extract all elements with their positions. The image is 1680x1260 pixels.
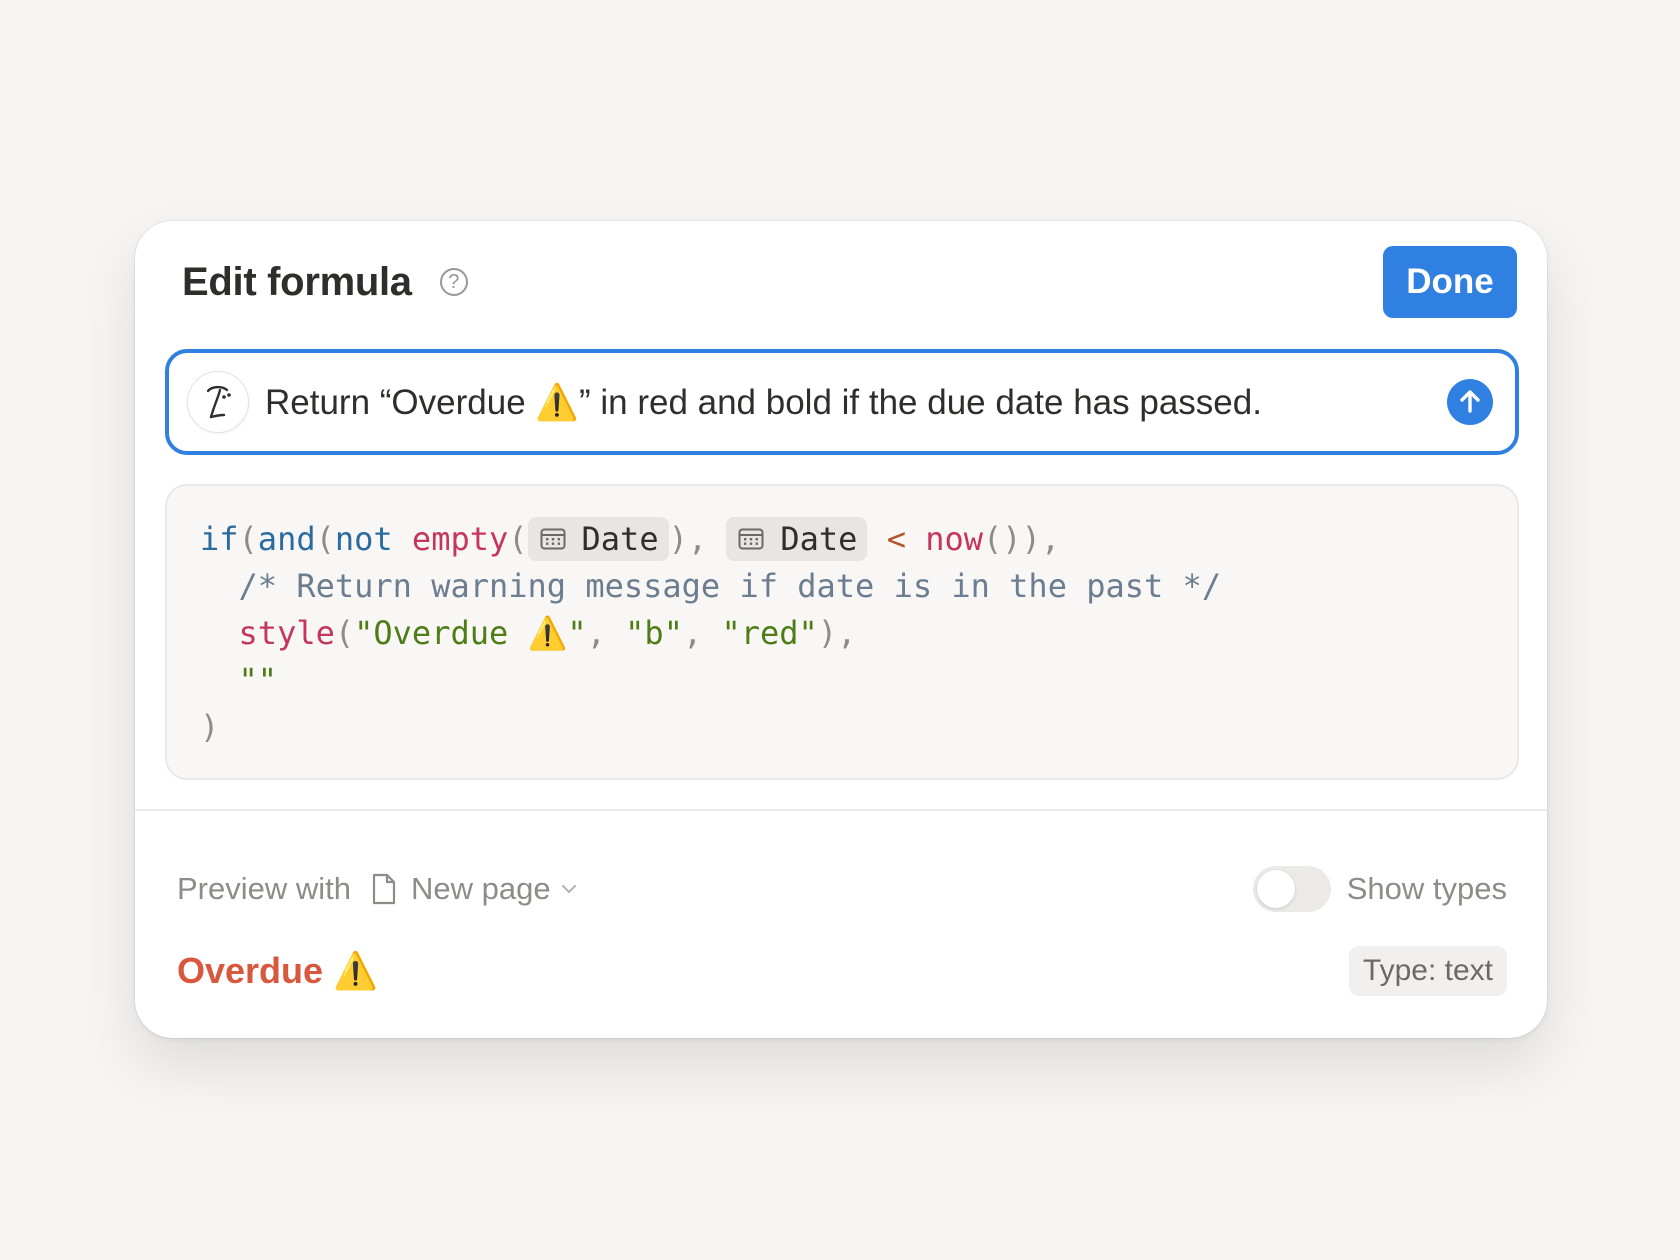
- date-property-chip[interactable]: Date: [527, 516, 669, 563]
- dialog-header: Edit formula ? Done: [182, 246, 1517, 318]
- result-value: Overdue ⚠️: [177, 950, 378, 991]
- code-token-paren: (: [334, 614, 355, 652]
- dialog-title: Edit formula: [182, 259, 412, 304]
- question-circle-icon[interactable]: ?: [439, 268, 468, 296]
- code-token-close-paren: ): [200, 708, 220, 746]
- code-line-4: "": [200, 657, 1517, 704]
- code-line-3: style("Overdue ⚠️", "b", "red"),: [200, 610, 1517, 657]
- code-string-empty: "": [238, 661, 278, 699]
- code-string-red: "red": [721, 614, 818, 652]
- code-token-paren: ),: [817, 614, 857, 652]
- code-token-comma: ,: [586, 614, 606, 652]
- code-token-style: style: [238, 614, 335, 652]
- code-line-1: if(and(not empty(Date), Date < now()),: [200, 516, 1517, 563]
- arrow-up-icon[interactable]: [1447, 379, 1493, 425]
- code-token-if: if: [200, 520, 239, 558]
- type-badge: Type: text: [1348, 946, 1507, 996]
- preview-page-select[interactable]: New page: [411, 871, 577, 907]
- chevron-down-icon: [561, 884, 577, 894]
- edit-formula-dialog: Edit formula ? Done Return “Overdue ⚠️” …: [135, 221, 1547, 1038]
- code-token-empty: empty: [411, 520, 509, 558]
- ai-prompt-input[interactable]: Return “Overdue ⚠️” in red and bold if t…: [165, 349, 1519, 455]
- code-line-2: /* Return warning message if date is in …: [200, 563, 1517, 610]
- code-token-paren: (: [238, 520, 258, 558]
- code-token-paren: ),: [668, 520, 708, 558]
- code-token-comma: ,: [682, 614, 703, 652]
- calendar-icon: [540, 516, 566, 563]
- code-string-b: "b": [625, 614, 683, 652]
- done-button[interactable]: Done: [1383, 246, 1517, 318]
- prompt-text: Return “Overdue ⚠️” in red and bold if t…: [265, 382, 1262, 422]
- calendar-icon: [738, 516, 764, 563]
- code-string-overdue: "Overdue ⚠️": [354, 614, 587, 652]
- code-token-not: not: [334, 520, 393, 558]
- preview-page-name: New page: [411, 871, 551, 906]
- preview-row: Preview with New page Show types: [177, 859, 1507, 919]
- code-comment: /* Return warning message if date is in …: [238, 567, 1222, 605]
- toggle-knob: [1256, 870, 1295, 908]
- code-token-paren: (: [315, 520, 335, 558]
- date-chip-label: Date: [780, 519, 858, 558]
- formula-code-editor[interactable]: if(and(not empty(Date), Date < now()), /…: [165, 484, 1519, 780]
- show-types-toggle[interactable]: [1252, 866, 1331, 912]
- code-token-paren: (: [508, 520, 528, 558]
- code-token-less-than: <: [886, 520, 906, 558]
- show-types-label: Show types: [1346, 871, 1507, 906]
- divider: [135, 809, 1547, 811]
- code-token-paren: ()),: [983, 520, 1061, 558]
- result-row: Overdue ⚠️ Type: text: [177, 941, 1507, 1001]
- code-token-and: and: [257, 520, 316, 558]
- date-chip-label: Date: [581, 519, 659, 558]
- preview-label: Preview with: [177, 871, 351, 906]
- page-icon: [371, 873, 397, 905]
- code-token-now: now: [925, 520, 984, 558]
- ai-face-icon: [187, 371, 249, 433]
- code-line-5: ): [200, 704, 1517, 751]
- date-property-chip[interactable]: Date: [726, 516, 868, 563]
